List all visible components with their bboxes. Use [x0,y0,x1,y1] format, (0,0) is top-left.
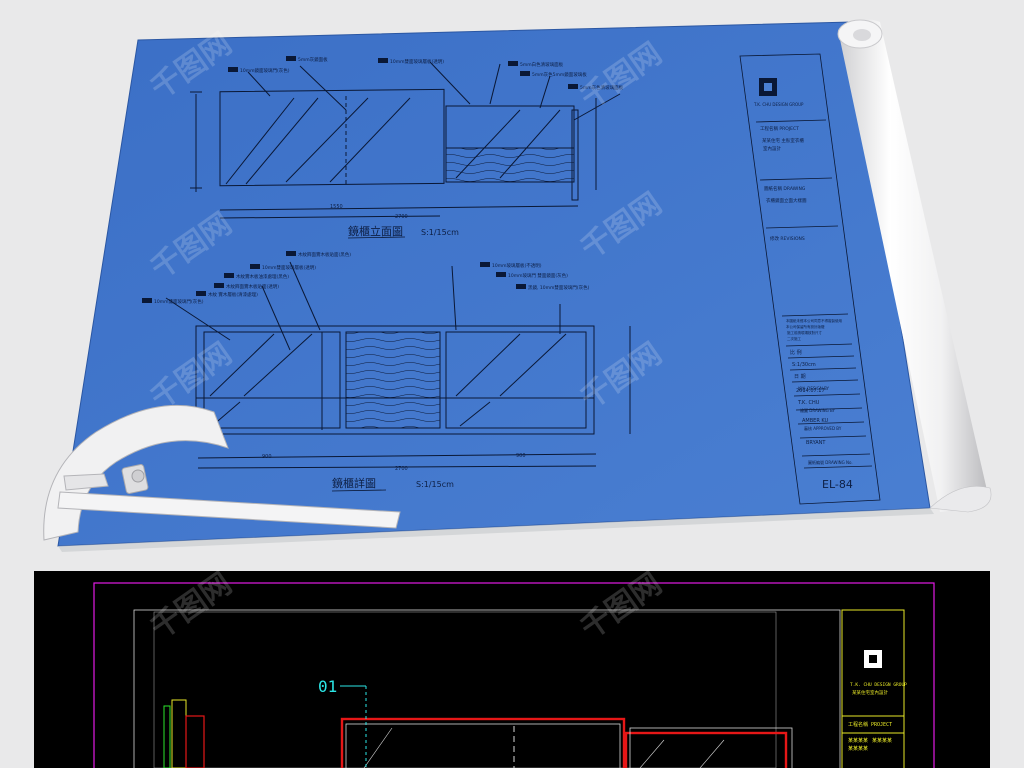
elevation-note-2: 10mm鏡面玻璃門(灰色) [240,67,290,74]
elevation-note-1: 5mm灰鏡面板 [298,56,328,63]
cad-company: T.K. CHU DESIGN GROUP [850,682,907,688]
detail-note-6: 10mm雙面玻璃門(灰色) [154,298,204,305]
elevation-note-3: 10mm雙面玻璃層板(透明) [390,58,444,65]
title-block-project-line-1: 某某住宅 主臥室衣櫃 [762,137,804,144]
detail-scale: S:1/15cm [416,480,454,489]
detail-note-1: 木紋飾面實木板貼面(黑色) [298,251,351,258]
title-block-date-label: 日 期 [794,374,806,380]
title-block-approved-value: BRYANT [806,440,826,446]
cad-row3: 某某某某 [848,746,868,752]
elevation-note-5: 5mm灰色5mm鏡面玻璃板 [532,71,587,78]
elevation-dim-left: 1550 [330,204,343,210]
detail-note-4: 木紋飾面實木板貼面(透明) [226,283,279,290]
detail-dim-mid: 900 [516,453,526,459]
title-block-drawing-no: EL-84 [822,478,853,491]
detail-dim-total: 2700 [395,466,408,472]
elevation-scale: S:1/15cm [421,228,459,237]
cad-row2-a: 某某某某 [848,738,868,744]
detail-note-9: 黑鏡, 10mm雙面玻璃門(灰色) [528,284,590,291]
title-block-drawing-label: 圖紙名稱 DRAWING [764,185,806,192]
cad-project-row: 工程名稱 PROJECT [848,721,892,728]
detail-note-3: 木紋實木板油漆處理(黑色) [236,273,289,280]
title-block-scale-value: S:1/30cm [792,362,816,368]
company-logo-inner [764,83,772,91]
title-block-company: T.K. CHU DESIGN GROUP [753,102,804,107]
title-block-drawn-value: AMBER KU [802,418,829,424]
title-block-note-4: 二次施工 [787,336,801,341]
title-block-note-3: 施工前請現場核對尺寸 [787,330,822,335]
detail-note-8: 10mm玻璃門 雙面鏡面(灰色) [508,272,568,279]
cad-row2-b: 某某某某 [872,738,892,744]
title-block-drawing-name: 衣櫃鏡面立面大樣圖 [766,197,807,204]
title-block-approved-label: 審核 APPROVED BY [804,425,842,431]
cad-subtitle: 某某住宅室內設計 [852,689,888,696]
title-block-drawing-no-label: 圖紙編號 DRAWING No. [808,459,853,465]
title-block-note-2: 本公司保留所有設計版權 [786,324,825,329]
title-block-project-line-2: 室內設計 [763,145,781,152]
title-block-drawn-label: 繪圖 DRAWING BY [800,407,836,413]
cad-section-marker: 01 [318,677,337,696]
title-block-revision-label: 修改 REVISIONS [770,235,805,242]
detail-note-7: 10mm玻璃層板(不透明) [492,262,542,269]
title-block-project-label: 工程名稱 PROJECT [760,125,799,132]
title-block-design-label: 設計 DESIGN BY [798,385,829,391]
elevation-note-4: 5mm白色清玻璃面板 [520,61,564,68]
detail-title: 鏡櫃詳圖 [332,476,376,490]
title-block-note-1: 本圖紙未經本公司同意不得複製使用 [786,318,842,323]
detail-dim-left: 900 [262,454,272,460]
elevation-dim-total: 2700 [395,214,408,220]
detail-note-5: 木紋 實木層板(清漆處理) [208,291,258,298]
title-block-design-value: T.K. CHU [797,400,820,406]
blueprint-preview-scene: 鏡櫃立面圖 S:1/15cm 1550 2700 鏡櫃詳圖 S:1/15cm 9… [34,19,992,768]
title-block-scale-label: 比 例 [790,349,802,356]
elevation-title: 鏡櫃立面圖 [348,224,403,238]
detail-note-2: 10mm雙面玻璃層板(透明) [262,264,316,271]
